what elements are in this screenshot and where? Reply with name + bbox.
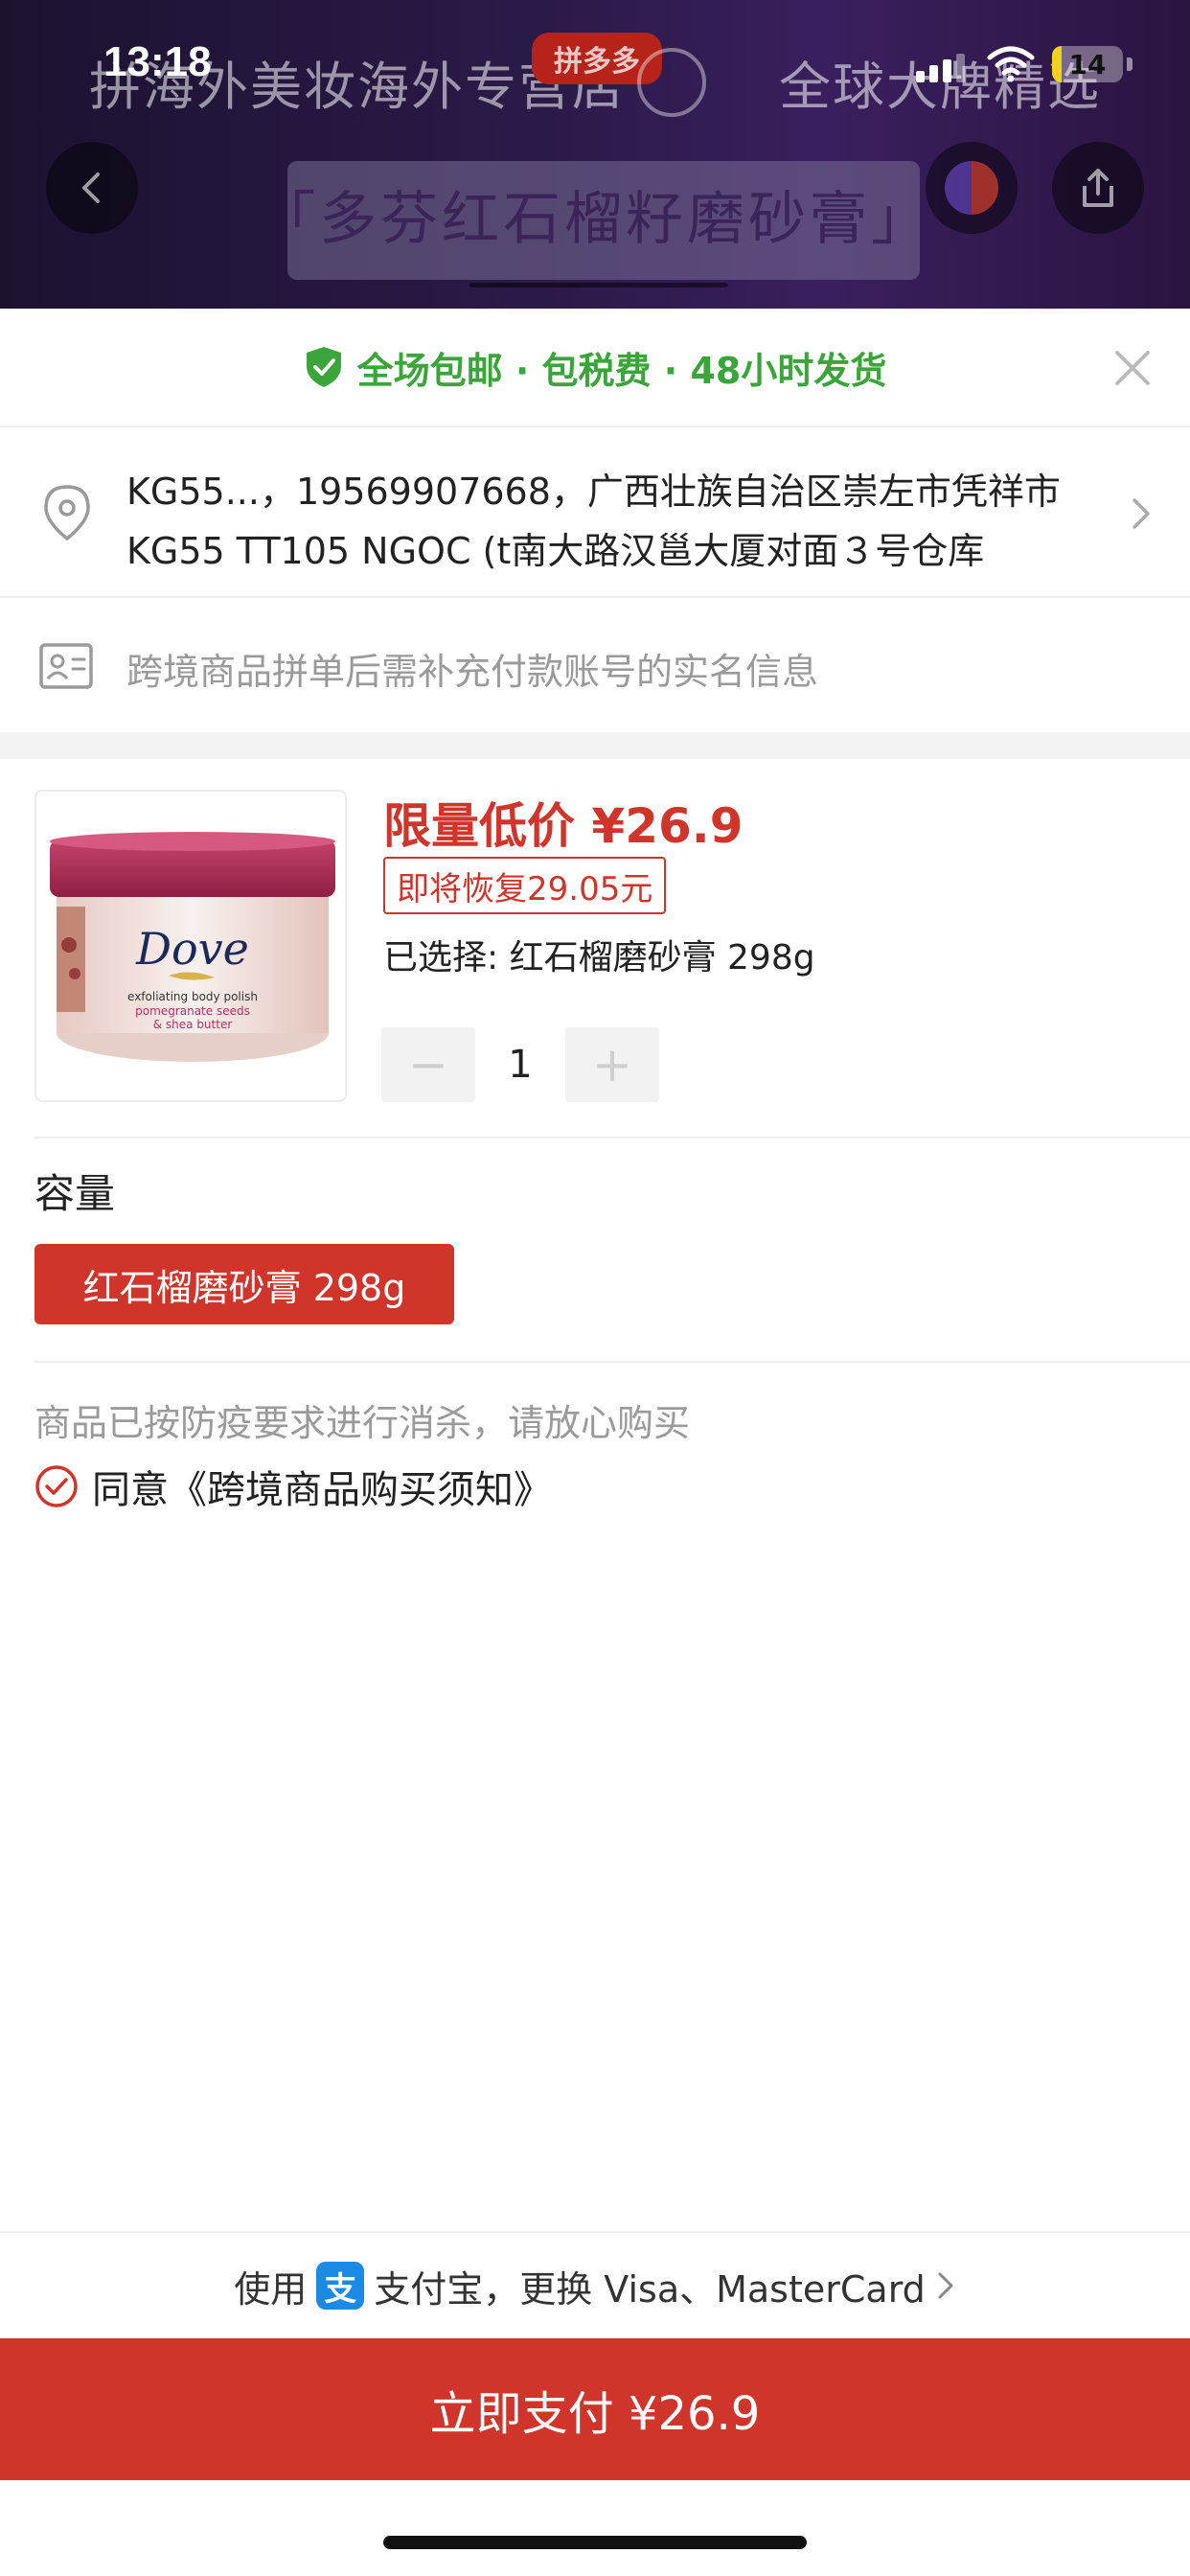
promo-banner: 全场包邮 · 包税费 · 48小时发货	[0, 309, 1190, 427]
promo-text: 全场包邮 · 包税费 · 48小时发货	[356, 349, 887, 392]
price-restore-badge: 即将恢复29.05元	[383, 857, 667, 914]
address-contact: KG55...，19569907668，广西壮族自治区崇左市凭祥市	[126, 471, 1061, 513]
shipping-address-row[interactable]: KG55...，19569907668，广西壮族自治区崇左市凭祥市 KG55 T…	[0, 427, 1190, 598]
dove-jar-image: Dove exfoliating body polish pomegranate…	[50, 832, 335, 1062]
quantity-value[interactable]: 1	[475, 1027, 565, 1102]
chevron-right-icon	[1133, 498, 1150, 529]
id-card-icon	[39, 643, 93, 689]
realname-notice-row: 跨境商品拼单后需补充付款账号的实名信息	[0, 598, 1190, 732]
home-indicator	[383, 2536, 807, 2549]
battery-icon: 14	[1052, 46, 1123, 82]
status-bar: 13:18 14	[0, 0, 1190, 125]
svg-text:pomegranate seeds: pomegranate seeds	[135, 1004, 250, 1018]
brand-button[interactable]	[926, 142, 1018, 234]
shield-check-icon	[306, 347, 341, 387]
chevron-right-icon	[938, 2272, 953, 2299]
spec-option-chip[interactable]: 红石榴磨砂膏 298g	[34, 1244, 454, 1324]
svg-text:exfoliating body polish: exfoliating body polish	[127, 990, 258, 1003]
checked-circle-icon[interactable]	[34, 1464, 79, 1508]
product-image: Dove exfoliating body polish pomegranate…	[34, 790, 347, 1102]
divider	[34, 1361, 1190, 1363]
divider	[34, 1137, 1190, 1138]
disinfect-note: 商品已按防疫要求进行消杀，请放心购买	[34, 1402, 691, 1444]
close-icon	[1115, 351, 1150, 385]
jar-brand: Dove	[135, 923, 249, 975]
realname-notice-text: 跨境商品拼单后需补充付款账号的实名信息	[126, 651, 819, 693]
close-button[interactable]	[1110, 345, 1156, 391]
share-button[interactable]	[1052, 142, 1144, 234]
agreement-row[interactable]: 同意《跨境商品购买须知》	[34, 1459, 552, 1514]
section-gap	[0, 732, 1190, 759]
payment-method-row[interactable]: 使用 支 支付宝，更换 Visa、MasterCard	[0, 2231, 1190, 2338]
back-button[interactable]	[46, 142, 138, 234]
svg-text:& shea butter: & shea butter	[153, 1018, 233, 1031]
title-underline	[469, 283, 728, 288]
share-icon	[1083, 169, 1113, 207]
brand-icon	[945, 161, 998, 215]
location-pin-icon	[44, 485, 90, 541]
wifi-icon	[987, 46, 1035, 82]
pay-now-button[interactable]: 立即支付 ¥26.9	[0, 2338, 1190, 2480]
chevron-left-icon	[82, 172, 100, 203]
limited-price: 限量低价 ¥26.9	[383, 798, 744, 854]
alipay-icon: 支	[316, 2262, 365, 2310]
checkout-sheet: 全场包邮 · 包税费 · 48小时发货 KG55...，19569907668，…	[0, 309, 1190, 2576]
battery-percent: 14	[1068, 48, 1107, 80]
spec-title: 容量	[34, 1170, 116, 1217]
quantity-decrement-button[interactable]: −	[381, 1027, 475, 1102]
address-detail: KG55 TT105 NGOC (t南大路汉邕大厦对面３号仓库	[126, 530, 985, 572]
quantity-increment-button[interactable]: +	[565, 1027, 659, 1102]
cellular-signal-icon	[916, 54, 965, 82]
selected-variant-text: 已选择: 红石榴磨砂膏 298g	[383, 938, 815, 978]
payment-prefix: 使用	[234, 2267, 308, 2311]
status-time: 13:18	[103, 38, 212, 85]
payment-method-text: 支付宝，更换 Visa、MasterCard	[374, 2267, 926, 2311]
agreement-text[interactable]: 同意《跨境商品购买须知》	[92, 1459, 552, 1514]
